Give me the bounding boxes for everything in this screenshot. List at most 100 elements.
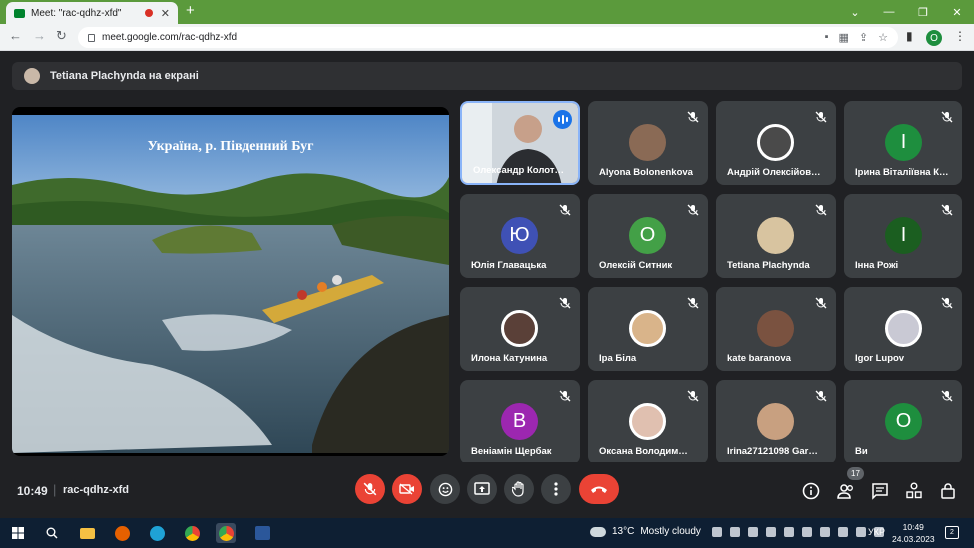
profile-avatar[interactable]: O <box>926 30 942 46</box>
tab-close-icon[interactable]: ✕ <box>161 7 170 20</box>
meeting-time: 10:49 <box>17 484 48 498</box>
notification-center-icon[interactable]: 2 <box>945 526 959 539</box>
participant-tile-self[interactable]: О Ви <box>844 380 962 464</box>
participant-name: Igor Lupov <box>855 353 905 364</box>
more-options-button[interactable] <box>541 474 571 504</box>
participant-tile[interactable]: Іра Біла <box>588 287 708 371</box>
raise-hand-button[interactable] <box>504 474 534 504</box>
avatar: О <box>629 217 666 254</box>
participant-tile[interactable]: Илона Катунина <box>460 287 580 371</box>
participant-name: Андрій Олексійов… <box>727 167 821 178</box>
reload-icon[interactable]: ↻ <box>56 28 67 44</box>
participant-name: Юлія Главацька <box>471 260 547 271</box>
network-icon[interactable] <box>856 527 866 537</box>
participant-tile[interactable]: І Ірина Віталіївна К… <box>844 101 962 185</box>
cloud-icon <box>590 526 606 537</box>
sidepanel-icon[interactable]: ▮ <box>906 29 913 43</box>
viber-icon[interactable] <box>748 527 758 537</box>
forward-icon[interactable]: → <box>33 28 46 43</box>
browser-tab-bar: Meet: "rac-qdhz-xfd" ✕ + ⌄ — ❐ ✕ <box>0 0 974 24</box>
telegram-icon[interactable] <box>784 527 794 537</box>
participant-tile[interactable]: Оксана Володим… <box>588 380 708 464</box>
minimize-button[interactable]: — <box>872 0 906 24</box>
avatar: І <box>885 124 922 161</box>
participant-tile[interactable]: В Веніамін Щербак <box>460 380 580 464</box>
chat-icon[interactable] <box>871 482 889 500</box>
present-screen-button[interactable] <box>467 474 497 504</box>
mic-off-icon <box>363 482 377 496</box>
firefox-icon[interactable] <box>112 523 132 543</box>
restore-button[interactable]: ❐ <box>906 0 940 24</box>
file-explorer-icon[interactable] <box>77 523 97 543</box>
hand-icon <box>512 481 524 497</box>
edge-icon[interactable] <box>147 523 167 543</box>
participant-tile[interactable]: Ю Юлія Главацька <box>460 194 580 278</box>
leave-call-button[interactable] <box>579 474 619 504</box>
bluetooth-icon[interactable] <box>802 527 812 537</box>
tab-search-button[interactable]: ⌄ <box>838 0 872 24</box>
chrome-icon[interactable] <box>182 523 202 543</box>
mic-off-icon <box>941 297 953 309</box>
input-language[interactable]: УКР <box>868 527 885 537</box>
avatar <box>757 403 794 440</box>
meeting-info-icon[interactable] <box>802 482 820 500</box>
avatar <box>885 310 922 347</box>
microphone-icon[interactable] <box>820 527 830 537</box>
system-clock[interactable]: 10:49 24.03.2023 <box>892 521 935 545</box>
presentation-area[interactable]: Україна, р. Південний Буг <box>12 107 449 456</box>
mic-off-icon <box>559 390 571 402</box>
avatar: Ю <box>501 217 538 254</box>
activities-icon[interactable] <box>905 482 923 500</box>
reactions-button[interactable] <box>430 474 460 504</box>
participant-tile[interactable]: Tetiana Plachynda <box>716 194 836 278</box>
close-window-button[interactable]: ✕ <box>940 0 974 24</box>
weather-text: Mostly cloudy <box>640 526 701 537</box>
participant-name: Оксана Володим… <box>599 446 688 457</box>
camera-off-icon <box>399 483 414 495</box>
word-icon[interactable] <box>252 523 272 543</box>
weather-widget[interactable]: 13°C Mostly cloudy <box>590 526 701 537</box>
participant-tile[interactable]: Igor Lupov <box>844 287 962 371</box>
participant-name: Іра Біла <box>599 353 637 364</box>
camera-icon[interactable]: ▪ <box>825 31 829 44</box>
back-icon[interactable]: ← <box>9 28 22 43</box>
app-tray-icon[interactable] <box>730 527 740 537</box>
participant-name: Irina27121098 Gar… <box>727 446 818 457</box>
skype-icon[interactable] <box>766 527 776 537</box>
share-icon[interactable]: ⇪ <box>859 31 868 44</box>
camera-toggle-button[interactable] <box>392 474 422 504</box>
bookmark-star-icon[interactable]: ☆ <box>878 31 888 44</box>
participant-tile[interactable]: О Олексій Ситник <box>588 194 708 278</box>
participant-tile[interactable]: Олександр Колот… <box>460 101 580 185</box>
participant-tile[interactable]: Irina27121098 Gar… <box>716 380 836 464</box>
mic-off-icon <box>815 204 827 216</box>
divider: | <box>53 482 57 497</box>
avatar <box>629 310 666 347</box>
participant-tile[interactable]: Андрій Олексійов… <box>716 101 836 185</box>
meet-favicon-icon <box>14 8 25 18</box>
participant-tile[interactable]: Alyona Bolonenkova <box>588 101 708 185</box>
hang-up-icon <box>591 486 607 493</box>
chrome-active-icon[interactable] <box>216 523 236 543</box>
url-text: meet.google.com/rac-qdhz-xfd <box>102 32 238 43</box>
new-tab-button[interactable]: + <box>186 2 195 19</box>
participant-name: Ірина Віталіївна К… <box>855 167 949 178</box>
mic-off-icon <box>941 204 953 216</box>
search-icon[interactable] <box>42 523 62 543</box>
participant-tile[interactable]: kate baranova <box>716 287 836 371</box>
windows-start-icon[interactable] <box>8 523 28 543</box>
people-icon[interactable] <box>837 482 855 500</box>
url-input[interactable]: meet.google.com/rac-qdhz-xfd ▪ ▦ ⇪ ☆ <box>78 27 898 48</box>
slide-title: Україна, р. Південний Буг <box>147 139 314 154</box>
participant-tile[interactable]: І Інна Рожі <box>844 194 962 278</box>
mic-toggle-button[interactable] <box>355 474 385 504</box>
clock-date: 24.03.2023 <box>892 534 935 544</box>
translate-icon[interactable]: ▦ <box>839 31 849 44</box>
mic-off-icon <box>687 111 699 123</box>
battery-icon[interactable] <box>838 527 848 537</box>
participant-name: Alyona Bolonenkova <box>599 167 693 178</box>
host-controls-icon[interactable] <box>939 482 957 500</box>
browser-menu-icon[interactable]: ⋮ <box>954 29 966 43</box>
wifi-icon[interactable] <box>712 527 722 537</box>
tab-meet[interactable]: Meet: "rac-qdhz-xfd" ✕ <box>6 2 178 24</box>
